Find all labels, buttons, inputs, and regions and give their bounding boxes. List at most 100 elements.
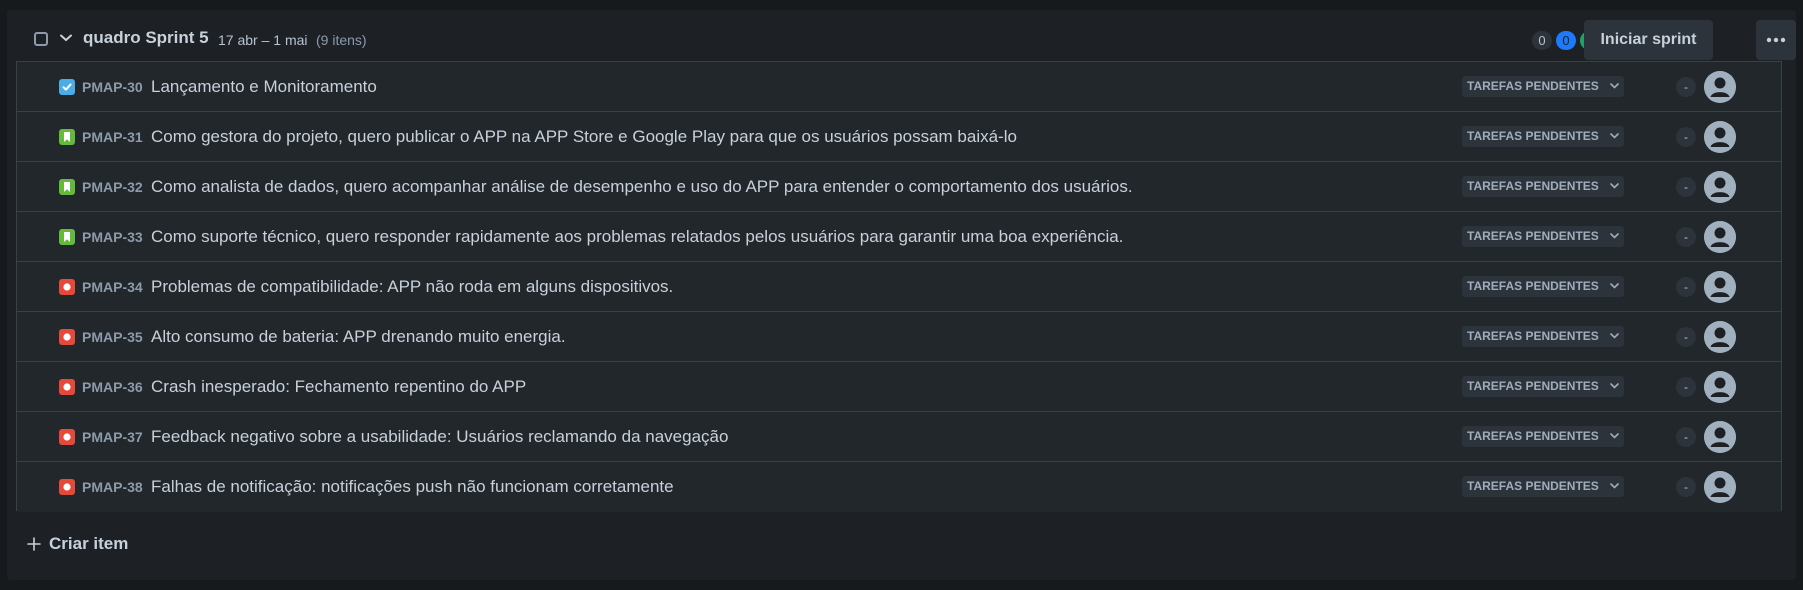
sprint-dates: 17 abr – 1 mai bbox=[218, 32, 308, 48]
user-icon bbox=[1704, 371, 1736, 403]
story-points-estimate[interactable]: - bbox=[1676, 377, 1696, 397]
chevron-down-icon bbox=[1610, 483, 1619, 489]
chevron-down-icon[interactable] bbox=[59, 28, 73, 48]
issue-key[interactable]: PMAP-33 bbox=[82, 229, 143, 245]
assignee-avatar[interactable] bbox=[1704, 271, 1736, 303]
issue-key[interactable]: PMAP-37 bbox=[82, 429, 143, 445]
issue-summary[interactable]: Crash inesperado: Fechamento repentino d… bbox=[151, 377, 526, 397]
chevron-down-icon bbox=[1610, 283, 1619, 289]
story-points-estimate[interactable]: - bbox=[1676, 177, 1696, 197]
chevron-down-icon bbox=[1610, 383, 1619, 389]
status-label: TAREFAS PENDENTES bbox=[1467, 229, 1599, 243]
sprint-item-count: (9 itens) bbox=[316, 32, 367, 48]
assignee-avatar[interactable] bbox=[1704, 421, 1736, 453]
issue-summary[interactable]: Como analista de dados, quero acompanhar… bbox=[151, 177, 1133, 197]
assignee-avatar[interactable] bbox=[1704, 71, 1736, 103]
status-dropdown[interactable]: TAREFAS PENDENTES bbox=[1462, 276, 1624, 297]
chevron-down-icon bbox=[1610, 83, 1619, 89]
story-points-estimate[interactable]: - bbox=[1676, 127, 1696, 147]
in-progress-count-badge: 0 bbox=[1556, 31, 1576, 50]
status-label: TAREFAS PENDENTES bbox=[1467, 179, 1599, 193]
issue-row[interactable]: PMAP-31 Como gestora do projeto, quero p… bbox=[17, 112, 1781, 162]
bug-icon bbox=[59, 429, 75, 445]
story-bookmark-icon bbox=[59, 229, 75, 245]
task-checkbox-icon bbox=[59, 79, 75, 95]
story-points-estimate[interactable]: - bbox=[1676, 77, 1696, 97]
sprint-select-checkbox[interactable] bbox=[34, 32, 48, 46]
chevron-down-icon bbox=[1610, 133, 1619, 139]
issue-summary[interactable]: Alto consumo de bateria: APP drenando mu… bbox=[151, 327, 566, 347]
story-bookmark-icon bbox=[59, 129, 75, 145]
more-horizontal-icon[interactable] bbox=[1756, 20, 1796, 60]
create-item-button[interactable]: Criar item bbox=[27, 534, 128, 554]
chevron-down-icon bbox=[1610, 233, 1619, 239]
plus-icon bbox=[27, 537, 41, 551]
issue-list: PMAP-30 Lançamento e Monitoramento TAREF… bbox=[16, 61, 1782, 512]
status-dropdown[interactable]: TAREFAS PENDENTES bbox=[1462, 326, 1624, 347]
issue-summary[interactable]: Como gestora do projeto, quero publicar … bbox=[151, 127, 1017, 147]
status-label: TAREFAS PENDENTES bbox=[1467, 379, 1599, 393]
status-label: TAREFAS PENDENTES bbox=[1467, 429, 1599, 443]
assignee-avatar[interactable] bbox=[1704, 371, 1736, 403]
issue-row[interactable]: PMAP-36 Crash inesperado: Fechamento rep… bbox=[17, 362, 1781, 412]
status-label: TAREFAS PENDENTES bbox=[1467, 279, 1599, 293]
assignee-avatar[interactable] bbox=[1704, 171, 1736, 203]
assignee-avatar[interactable] bbox=[1704, 221, 1736, 253]
status-label: TAREFAS PENDENTES bbox=[1467, 479, 1599, 493]
sprint-panel: quadro Sprint 5 17 abr – 1 mai (9 itens)… bbox=[7, 10, 1796, 580]
status-dropdown[interactable]: TAREFAS PENDENTES bbox=[1462, 126, 1624, 147]
status-label: TAREFAS PENDENTES bbox=[1467, 129, 1599, 143]
issue-row[interactable]: PMAP-34 Problemas de compatibilidade: AP… bbox=[17, 262, 1781, 312]
sprint-name[interactable]: quadro Sprint 5 bbox=[83, 28, 209, 48]
user-icon bbox=[1704, 221, 1736, 253]
status-dropdown[interactable]: TAREFAS PENDENTES bbox=[1462, 76, 1624, 97]
story-bookmark-icon bbox=[59, 179, 75, 195]
issue-row[interactable]: PMAP-32 Como analista de dados, quero ac… bbox=[17, 162, 1781, 212]
issue-row[interactable]: PMAP-35 Alto consumo de bateria: APP dre… bbox=[17, 312, 1781, 362]
issue-summary[interactable]: Problemas de compatibilidade: APP não ro… bbox=[151, 277, 673, 297]
issue-row[interactable]: PMAP-38 Falhas de notificação: notificaç… bbox=[17, 462, 1781, 512]
issue-row[interactable]: PMAP-30 Lançamento e Monitoramento TAREF… bbox=[17, 62, 1781, 112]
story-points-estimate[interactable]: - bbox=[1676, 327, 1696, 347]
status-dropdown[interactable]: TAREFAS PENDENTES bbox=[1462, 426, 1624, 447]
user-icon bbox=[1704, 71, 1736, 103]
issue-row[interactable]: PMAP-33 Como suporte técnico, quero resp… bbox=[17, 212, 1781, 262]
issue-key[interactable]: PMAP-36 bbox=[82, 379, 143, 395]
issue-summary[interactable]: Como suporte técnico, quero responder ra… bbox=[151, 227, 1123, 247]
issue-summary[interactable]: Feedback negativo sobre a usabilidade: U… bbox=[151, 427, 728, 447]
bug-icon bbox=[59, 379, 75, 395]
story-points-estimate[interactable]: - bbox=[1676, 427, 1696, 447]
user-icon bbox=[1704, 171, 1736, 203]
chevron-down-icon bbox=[1610, 333, 1619, 339]
issue-summary[interactable]: Lançamento e Monitoramento bbox=[151, 77, 377, 97]
story-points-estimate[interactable]: - bbox=[1676, 477, 1696, 497]
assignee-avatar[interactable] bbox=[1704, 121, 1736, 153]
story-points-estimate[interactable]: - bbox=[1676, 227, 1696, 247]
bug-icon bbox=[59, 479, 75, 495]
status-dropdown[interactable]: TAREFAS PENDENTES bbox=[1462, 476, 1624, 497]
todo-count-badge: 0 bbox=[1532, 31, 1552, 50]
issue-key[interactable]: PMAP-38 bbox=[82, 479, 143, 495]
start-sprint-button[interactable]: Iniciar sprint bbox=[1584, 20, 1713, 60]
status-label: TAREFAS PENDENTES bbox=[1467, 79, 1599, 93]
user-icon bbox=[1704, 121, 1736, 153]
status-dropdown[interactable]: TAREFAS PENDENTES bbox=[1462, 376, 1624, 397]
issue-row[interactable]: PMAP-37 Feedback negativo sobre a usabil… bbox=[17, 412, 1781, 462]
issue-key[interactable]: PMAP-35 bbox=[82, 329, 143, 345]
issue-summary[interactable]: Falhas de notificação: notificações push… bbox=[151, 477, 674, 497]
story-points-estimate[interactable]: - bbox=[1676, 277, 1696, 297]
issue-key[interactable]: PMAP-32 bbox=[82, 179, 143, 195]
user-icon bbox=[1704, 321, 1736, 353]
assignee-avatar[interactable] bbox=[1704, 321, 1736, 353]
assignee-avatar[interactable] bbox=[1704, 471, 1736, 503]
issue-key[interactable]: PMAP-31 bbox=[82, 129, 143, 145]
create-item-label: Criar item bbox=[49, 534, 129, 553]
issue-key[interactable]: PMAP-34 bbox=[82, 279, 143, 295]
issue-key[interactable]: PMAP-30 bbox=[82, 79, 143, 95]
status-dropdown[interactable]: TAREFAS PENDENTES bbox=[1462, 226, 1624, 247]
user-icon bbox=[1704, 271, 1736, 303]
chevron-down-icon bbox=[1610, 433, 1619, 439]
user-icon bbox=[1704, 471, 1736, 503]
status-dropdown[interactable]: TAREFAS PENDENTES bbox=[1462, 176, 1624, 197]
status-label: TAREFAS PENDENTES bbox=[1467, 329, 1599, 343]
